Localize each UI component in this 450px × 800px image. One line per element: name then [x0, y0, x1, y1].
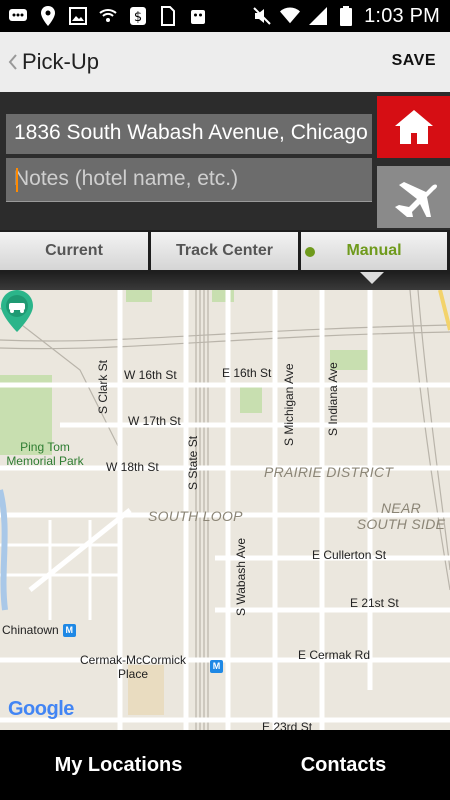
shield-wifi-icon — [98, 6, 118, 26]
tab-manual[interactable]: Manual — [301, 232, 447, 270]
airport-button[interactable] — [377, 166, 450, 228]
save-button[interactable]: SAVE — [392, 52, 436, 70]
gallery-icon — [68, 6, 88, 26]
dollar-icon: $ — [128, 6, 148, 26]
map-label-cermak-mccormick: Cermak-McCormick Place — [80, 653, 186, 681]
map-label-south-loop: SOUTH LOOP — [148, 508, 243, 524]
tab-manual-label: Manual — [346, 242, 402, 259]
map-label-e21: E 21st St — [350, 596, 399, 610]
address-field[interactable]: 1836 South Wabash Avenue, Chicago — [6, 114, 372, 154]
home-button[interactable] — [377, 96, 450, 158]
mute-icon — [252, 6, 272, 26]
airplane-icon — [394, 182, 437, 217]
map-label-cullerton: E Cullerton St — [312, 548, 387, 562]
map-label-s-state: S State St — [186, 435, 200, 490]
tab-track-center[interactable]: Track Center — [151, 232, 298, 270]
tab-current[interactable]: Current — [0, 232, 148, 270]
map-label-s-indiana: S Indiana Ave — [326, 362, 340, 436]
tab-pointer-icon — [360, 272, 384, 284]
map-label-s-wabash: S Wabash Ave — [234, 537, 248, 616]
map-label-w16: W 16th St — [124, 368, 177, 382]
google-logo: Google — [8, 698, 74, 720]
map-label-w18: W 18th St — [106, 460, 159, 474]
page-title: Pick-Up — [22, 49, 100, 74]
map-label-ping-tom: Ping Tom Memorial Park — [6, 440, 84, 468]
back-chevron-icon[interactable] — [4, 50, 22, 74]
map-view[interactable]: W 16th St E 16th St W 17th St W 18th St … — [0, 290, 450, 730]
chinatown-text: Chinatown — [2, 623, 59, 637]
location-pin-icon[interactable] — [0, 290, 34, 332]
map-label-near-south-side: NEAR SOUTH SIDE — [356, 500, 446, 532]
location-mode-tabs: Current Track Center Manual — [0, 230, 450, 272]
contacts-button[interactable]: Contacts — [237, 730, 450, 800]
map-label-prairie-district: PRAIRIE DISTRICT — [264, 464, 394, 480]
bottom-nav: My Locations Contacts — [0, 730, 450, 800]
status-time: 1:03 PM — [364, 4, 440, 27]
metro-icon: M — [210, 660, 223, 673]
location-icon — [38, 6, 58, 26]
map-label-e-cermak: E Cermak Rd — [298, 648, 371, 662]
wifi-icon — [280, 6, 301, 26]
messages-icon — [8, 6, 28, 26]
map-label-e16: E 16th St — [222, 366, 272, 380]
notes-field[interactable]: Notes (hotel name, etc.) — [6, 158, 372, 202]
map-label-s-michigan: S Michigan Ave — [282, 363, 296, 447]
map-label-s-clark: S Clark St — [96, 359, 110, 414]
map-label-e23: E 23rd St — [262, 720, 313, 730]
status-bar: $ 1:03 PM — [0, 0, 450, 32]
metro-icon: M — [62, 624, 76, 638]
text-caret — [16, 168, 18, 192]
map-label-chinatown: Chinatown M — [2, 623, 76, 638]
notes-placeholder: Notes (hotel name, etc.) — [14, 167, 239, 190]
robot-icon — [188, 6, 208, 26]
svg-text:$: $ — [134, 10, 142, 25]
sim-icon — [158, 6, 178, 26]
app-bar: Pick-Up SAVE — [0, 32, 450, 92]
battery-icon — [336, 6, 356, 26]
home-icon — [394, 110, 433, 144]
my-locations-button[interactable]: My Locations — [0, 730, 237, 800]
signal-icon — [308, 6, 328, 26]
selected-dot-icon — [305, 247, 315, 257]
map-label-w17: W 17th St — [128, 414, 181, 428]
